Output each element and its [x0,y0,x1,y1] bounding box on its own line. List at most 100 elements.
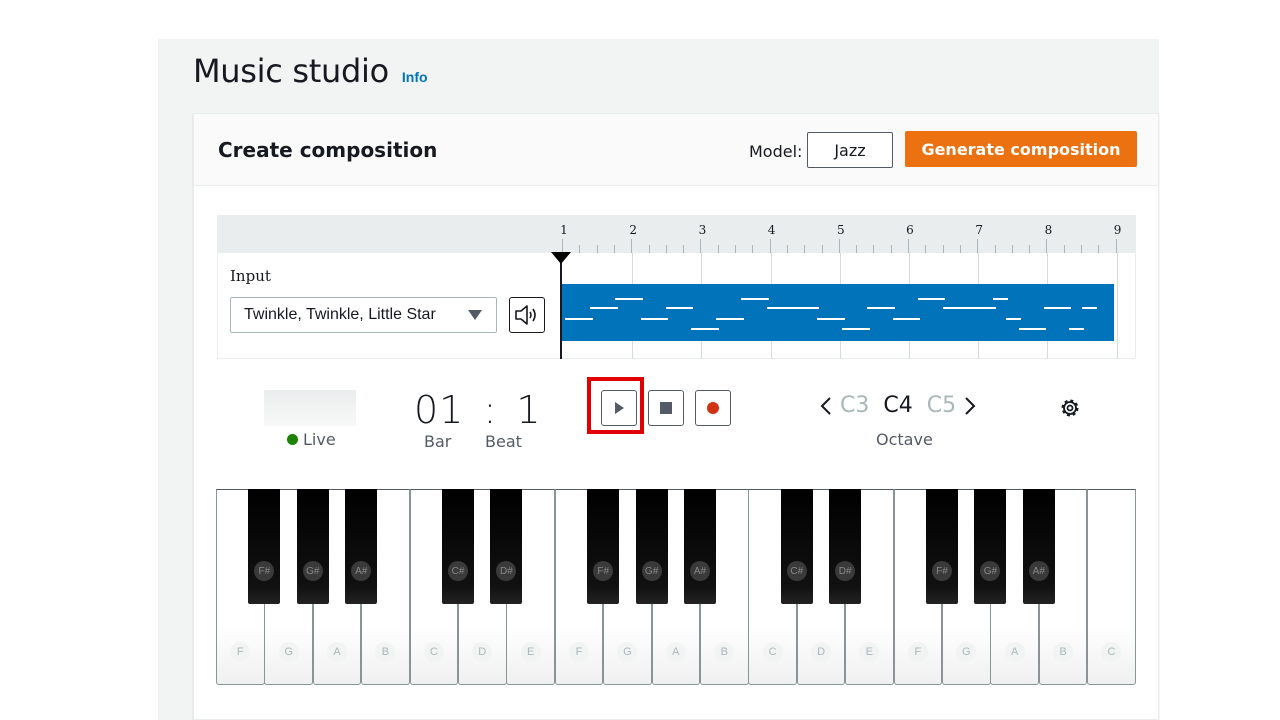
panel-title: Create composition [218,138,438,162]
ruler-major-tick [700,239,702,253]
bar-number-5: 5 [836,223,845,237]
playhead[interactable] [560,253,562,359]
ruler-major-tick [1115,239,1117,253]
ruler-minor-tick [648,245,650,253]
input-clip[interactable] [561,284,1114,341]
ruler-minor-tick [856,245,858,253]
clip-note [930,298,946,300]
white-key-label: G [278,642,299,662]
ruler-major-tick [1046,239,1048,253]
white-key-label: B [1053,642,1074,662]
black-key-label: D# [496,561,517,581]
ruler-major-tick [908,239,909,253]
white-key-label: E [520,642,541,662]
live-indicator: Live [287,430,336,449]
clip-note [829,318,845,320]
black-key-d-sharp[interactable]: D# [829,489,862,604]
black-key-f-sharp[interactable]: F# [926,489,958,604]
bar-number-9: 9 [1113,223,1122,237]
black-key-label: G# [980,561,1001,581]
white-key-c[interactable]: C [1087,489,1136,685]
model-label: Model: [749,142,803,161]
position-counter: 01 : 1 [414,388,542,432]
white-key-label: E [859,642,880,662]
black-key-g-sharp[interactable]: G# [296,489,329,604]
timeline: 1 2 3 4 5 6 7 8 9 Input Twinkle, Twinkle, Little… [217,215,1136,359]
black-key-label: C# [448,561,468,581]
octave-selector: C3 C4 C5 [818,393,978,418]
gear-icon[interactable] [1059,397,1081,419]
black-key-d-sharp[interactable]: D# [490,489,523,604]
black-key-a-sharp[interactable]: A# [684,489,716,604]
ruler-major-tick [562,239,563,253]
clip-note [653,318,669,320]
live-preview [264,390,356,426]
octave-prev[interactable]: C3 [840,393,869,418]
clip-note [678,307,694,309]
ruler-minor-tick [1029,245,1031,253]
white-key-label: F [230,642,251,662]
ruler-minor-tick [804,245,806,253]
chevron-right-icon[interactable] [962,395,978,417]
clip-note [728,318,744,320]
black-key-c-sharp[interactable]: C# [442,489,474,604]
bar-grid-line [1116,253,1118,359]
stop-button[interactable] [648,390,684,426]
bar-number-3: 3 [698,223,707,237]
black-key-g-sharp[interactable]: G# [635,489,668,604]
white-key-label: A [327,642,348,662]
clip-note [703,328,719,330]
black-key-label: F# [932,561,952,581]
white-key-label: G [956,642,977,662]
ruler-minor-tick [925,245,927,253]
ruler-minor-tick [959,245,961,253]
clip-note [1056,307,1072,309]
bar-number-7: 7 [975,223,984,237]
bar-number-8: 8 [1044,223,1053,237]
ruler-minor-tick [786,245,788,253]
ruler-major-tick [838,239,840,253]
generate-composition-button[interactable]: Generate composition [905,131,1137,167]
black-key-f-sharp[interactable]: F# [248,489,281,604]
black-key-label: D# [835,561,856,581]
black-key-label: F# [593,561,614,581]
beat-label: Beat [485,432,522,451]
record-icon [707,402,719,414]
page-header: Music studio Info [193,52,428,90]
black-key-a-sharp[interactable]: A# [1022,489,1055,604]
chevron-left-icon[interactable] [818,395,834,417]
record-button[interactable] [695,390,731,426]
white-key-label: A [665,642,686,662]
ruler-minor-tick [1098,245,1100,253]
playhead-marker-icon[interactable] [551,252,571,264]
black-key-label: A# [1028,561,1049,581]
black-key-label: F# [254,561,275,581]
model-select[interactable]: Jazz [807,132,893,168]
black-key-c-sharp[interactable]: C# [780,489,813,604]
black-key-label: G# [641,561,662,581]
black-key-f-sharp[interactable]: F# [587,489,620,604]
timeline-ruler[interactable]: 1 2 3 4 5 6 7 8 9 [217,215,1136,253]
black-key-a-sharp[interactable]: A# [345,489,378,604]
speaker-icon [515,305,536,325]
ruler-minor-tick [752,245,754,253]
speaker-button[interactable] [509,297,545,333]
white-key-label: D [472,642,493,662]
ruler-minor-tick [821,245,823,253]
clip-note [1006,318,1021,320]
ruler-minor-tick [665,245,667,253]
stop-icon [660,402,672,414]
white-key-label: B [714,642,735,662]
clip-note [602,307,618,309]
info-link[interactable]: Info [402,69,428,85]
counter-separator: : [483,388,498,432]
white-key-label: C [423,642,444,662]
ruler-major-tick [977,239,979,253]
ruler-minor-tick [873,245,875,253]
black-key-g-sharp[interactable]: G# [974,489,1007,604]
live-status-dot [287,434,298,445]
input-label: Input [230,267,271,285]
input-track-select[interactable]: Twinkle, Twinkle, Little Star [230,297,497,333]
octave-next[interactable]: C5 [927,393,956,418]
ruler-minor-tick [613,245,615,253]
